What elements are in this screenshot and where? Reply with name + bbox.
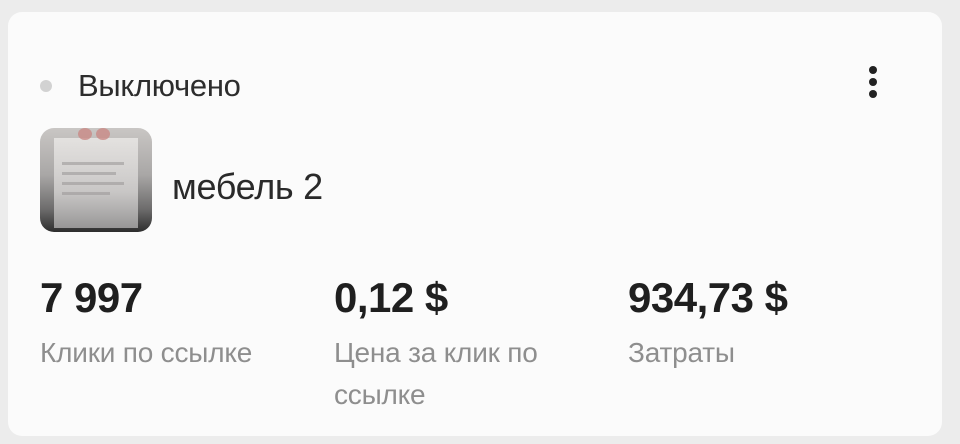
campaign-card[interactable]: Выключено мебель 2 7 997 Клики по ссылке… — [8, 12, 942, 436]
status-label: Выключено — [78, 68, 241, 103]
metric-value: 0,12 $ — [334, 274, 448, 321]
metric-label: Клики по ссылке — [40, 337, 253, 368]
more-vertical-icon-dot — [869, 90, 877, 98]
campaign-name[interactable]: мебель 2 — [172, 166, 323, 208]
thumbnail-text-line — [62, 162, 124, 165]
thumbnail-text-line — [62, 172, 116, 175]
metric-value: 934,73 $ — [628, 274, 788, 321]
thumbnail-decoration — [96, 128, 110, 140]
metric-spend: 934,73 $ Затраты — [628, 274, 788, 374]
metric-label: Цена за клик по ссылке — [334, 337, 538, 410]
metric-link-clicks: 7 997 Клики по ссылке — [40, 274, 252, 374]
more-vertical-icon-dot — [869, 78, 877, 86]
metric-cost-per-click: 0,12 $ Цена за клик по ссылке — [334, 274, 604, 416]
status-row: Выключено — [40, 68, 241, 104]
more-options-button[interactable] — [858, 60, 888, 104]
thumbnail-text-line — [62, 192, 110, 195]
more-vertical-icon — [869, 66, 877, 74]
thumbnail-text-line — [62, 182, 124, 185]
ad-thumbnail-image[interactable] — [40, 128, 152, 232]
status-dot-icon — [40, 80, 52, 92]
thumbnail-decoration — [78, 128, 92, 140]
metric-label: Затраты — [628, 337, 735, 368]
metric-value: 7 997 — [40, 274, 143, 321]
